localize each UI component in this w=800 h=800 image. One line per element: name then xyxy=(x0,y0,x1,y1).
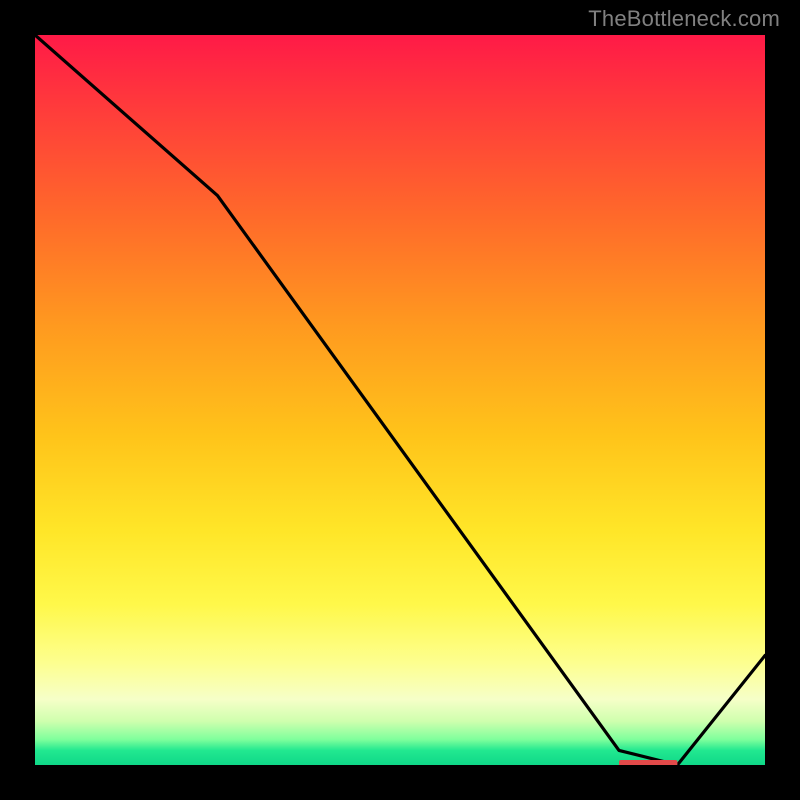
plot-area xyxy=(35,35,765,765)
bottleneck-line-svg xyxy=(35,35,765,765)
watermark-text: TheBottleneck.com xyxy=(588,6,780,32)
bottleneck-curve xyxy=(35,35,765,765)
optimum-marker xyxy=(619,760,677,765)
chart-frame: TheBottleneck.com xyxy=(0,0,800,800)
